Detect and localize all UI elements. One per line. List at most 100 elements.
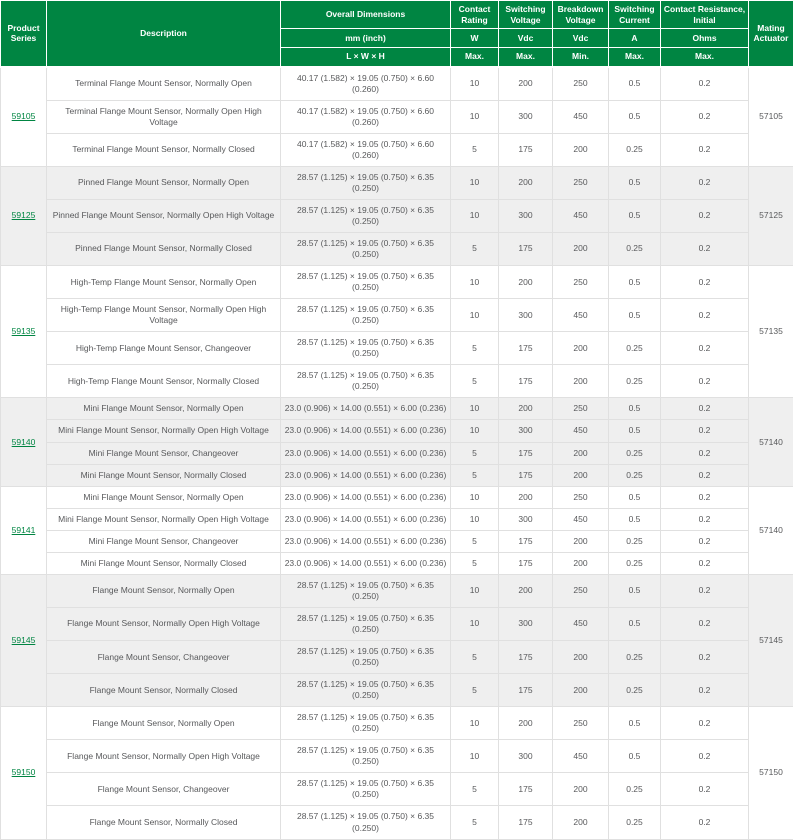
breakdown-voltage-cell: 200 [553,530,609,552]
contact-resistance-cell: 0.2 [661,332,749,365]
product-series-link[interactable]: 59150 [12,767,36,777]
table-row: Pinned Flange Mount Sensor, Normally Ope… [1,199,793,232]
table-row: Mini Flange Mount Sensor, Changeover23.0… [1,442,793,464]
dimensions-cell: 28.57 (1.125) × 19.05 (0.750) × 6.35 (0.… [281,232,451,265]
product-series-link[interactable]: 59105 [12,111,36,121]
dimensions-cell: 28.57 (1.125) × 19.05 (0.750) × 6.35 (0.… [281,707,451,740]
table-row: High-Temp Flange Mount Sensor, Normally … [1,365,793,398]
switching-current-cell: 0.25 [609,442,661,464]
contact-rating-cell: 10 [451,707,499,740]
switching-current-cell: 0.5 [609,574,661,607]
table-row: 59135High-Temp Flange Mount Sensor, Norm… [1,266,793,299]
dimensions-cell: 28.57 (1.125) × 19.05 (0.750) × 6.35 (0.… [281,332,451,365]
contact-resistance-cell: 0.2 [661,232,749,265]
contact-resistance-cell: 0.2 [661,773,749,806]
header-switching-voltage: Switching Voltage [499,1,553,29]
product-series-link[interactable]: 59135 [12,326,36,336]
product-series-link[interactable]: 59141 [12,525,36,535]
header-dimensions-detail: L × W × H [281,48,451,67]
table-row: Flange Mount Sensor, Normally Open High … [1,607,793,640]
description-cell: Flange Mount Sensor, Normally Closed [47,674,281,707]
table-row: Flange Mount Sensor, Normally Open High … [1,740,793,773]
description-cell: High-Temp Flange Mount Sensor, Normally … [47,365,281,398]
contact-resistance-cell: 0.2 [661,199,749,232]
header-breakdown-voltage-unit: Vdc [553,29,609,48]
contact-resistance-cell: 0.2 [661,707,749,740]
contact-rating-cell: 5 [451,552,499,574]
header-contact-rating-limit: Max. [451,48,499,67]
switching-voltage-cell: 300 [499,508,553,530]
contact-rating-cell: 10 [451,299,499,332]
breakdown-voltage-cell: 450 [553,100,609,133]
datasheet-page: Product Series Description Overall Dimen… [0,0,793,840]
contact-rating-cell: 5 [451,365,499,398]
product-series-cell: 59145 [1,574,47,706]
switching-current-cell: 0.25 [609,332,661,365]
product-series-link[interactable]: 59140 [12,437,36,447]
header-contact-resistance: Contact Resistance, Initial [661,1,749,29]
description-cell: Mini Flange Mount Sensor, Normally Open [47,486,281,508]
switching-current-cell: 0.5 [609,166,661,199]
switching-voltage-cell: 200 [499,486,553,508]
mating-actuator-cell: 57150 [749,707,793,839]
contact-resistance-cell: 0.2 [661,552,749,574]
breakdown-voltage-cell: 450 [553,740,609,773]
contact-rating-cell: 5 [451,464,499,486]
contact-resistance-cell: 0.2 [661,464,749,486]
dimensions-cell: 40.17 (1.582) × 19.05 (0.750) × 6.60 (0.… [281,100,451,133]
table-row: 59140Mini Flange Mount Sensor, Normally … [1,398,793,420]
switching-voltage-cell: 175 [499,442,553,464]
switching-current-cell: 0.25 [609,674,661,707]
mating-actuator-cell: 57125 [749,166,793,265]
product-series-cell: 59105 [1,67,47,167]
table-row: Flange Mount Sensor, Changeover28.57 (1.… [1,641,793,674]
switching-current-cell: 0.5 [609,486,661,508]
breakdown-voltage-cell: 200 [553,442,609,464]
contact-rating-cell: 5 [451,806,499,839]
breakdown-voltage-cell: 250 [553,266,609,299]
contact-rating-cell: 10 [451,574,499,607]
switching-current-cell: 0.5 [609,299,661,332]
breakdown-voltage-cell: 250 [553,398,609,420]
switching-voltage-cell: 175 [499,773,553,806]
description-cell: Flange Mount Sensor, Normally Open High … [47,607,281,640]
header-switching-current-unit: A [609,29,661,48]
mating-actuator-cell: 57140 [749,486,793,574]
table-row: Mini Flange Mount Sensor, Normally Open … [1,420,793,442]
header-switching-current: Switching Current [609,1,661,29]
description-cell: Pinned Flange Mount Sensor, Normally Clo… [47,232,281,265]
product-series-link[interactable]: 59145 [12,635,36,645]
product-series-cell: 59141 [1,486,47,574]
breakdown-voltage-cell: 450 [553,508,609,530]
switching-current-cell: 0.5 [609,67,661,101]
switching-current-cell: 0.25 [609,530,661,552]
breakdown-voltage-cell: 200 [553,464,609,486]
contact-resistance-cell: 0.2 [661,508,749,530]
table-row: Mini Flange Mount Sensor, Normally Open … [1,508,793,530]
header-dimensions-units: mm (inch) [281,29,451,48]
switching-current-cell: 0.25 [609,641,661,674]
breakdown-voltage-cell: 250 [553,574,609,607]
contact-rating-cell: 10 [451,508,499,530]
description-cell: Pinned Flange Mount Sensor, Normally Ope… [47,199,281,232]
contact-rating-cell: 10 [451,486,499,508]
switching-current-cell: 0.25 [609,806,661,839]
switching-voltage-cell: 175 [499,806,553,839]
breakdown-voltage-cell: 200 [553,641,609,674]
contact-resistance-cell: 0.2 [661,740,749,773]
mating-actuator-cell: 57140 [749,398,793,486]
product-series-link[interactable]: 59125 [12,210,36,220]
breakdown-voltage-cell: 250 [553,166,609,199]
header-switching-current-limit: Max. [609,48,661,67]
contact-resistance-cell: 0.2 [661,806,749,839]
switching-voltage-cell: 175 [499,641,553,674]
table-row: High-Temp Flange Mount Sensor, Changeove… [1,332,793,365]
table-row: Pinned Flange Mount Sensor, Normally Clo… [1,232,793,265]
dimensions-cell: 23.0 (0.906) × 14.00 (0.551) × 6.00 (0.2… [281,398,451,420]
table-row: 59105Terminal Flange Mount Sensor, Norma… [1,67,793,101]
breakdown-voltage-cell: 250 [553,707,609,740]
description-cell: Mini Flange Mount Sensor, Changeover [47,530,281,552]
description-cell: Flange Mount Sensor, Changeover [47,773,281,806]
contact-resistance-cell: 0.2 [661,442,749,464]
contact-resistance-cell: 0.2 [661,133,749,166]
